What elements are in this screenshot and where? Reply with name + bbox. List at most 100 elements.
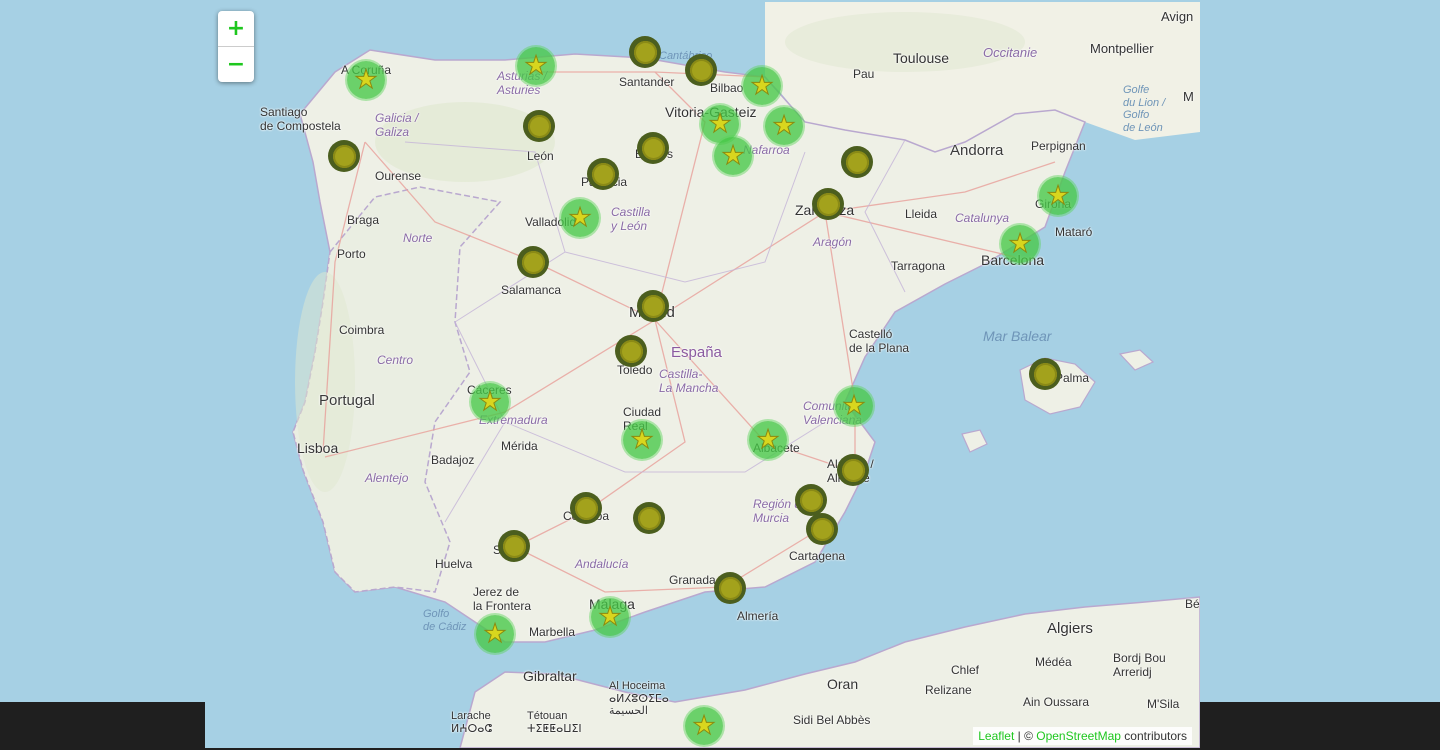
star-icon: ★ [750,70,774,100]
map-label-tarragona: Tarragona [891,259,946,273]
map-marker-madrid[interactable] [637,290,669,322]
map-label-msila: M'Sila [1147,697,1180,711]
dot-icon [521,250,545,274]
map-label-andalucia: Andalucía [575,557,629,571]
leaflet-link[interactable]: Leaflet [978,729,1014,743]
map-marker-castell-n[interactable]: ★ [835,387,873,425]
map-label-relizane: Relizane [925,683,972,697]
map-marker-murcia[interactable] [795,484,827,516]
map-marker-pontevedra[interactable] [328,140,360,172]
zoom-in-button[interactable]: + [218,11,254,46]
map-marker-palencia[interactable] [587,158,619,190]
map-marker-valladolid[interactable]: ★ [561,199,599,237]
map-label-tetouan: Tétouan ⵜⵉⵟⵟⴰⵡⵉⵏ [527,710,582,735]
map-marker-melilla[interactable]: ★ [685,707,723,745]
map-marker-sevilla[interactable] [498,530,530,562]
map-label-bordj: Bordj Bou Arreridj [1113,651,1166,679]
map-label-coimbra: Coimbra [339,323,385,337]
map-label-be-edge: Bé [1185,597,1200,611]
map-container[interactable]: Toulouse Occitanie Montpellier Avign Pau Ando… [205,2,1200,748]
map-label-perpignan: Perpignan [1031,139,1086,153]
map-label-marbella: Marbella [529,625,576,639]
dot-icon [637,506,661,530]
map-marker-c-diz[interactable]: ★ [476,615,514,653]
star-icon: ★ [598,601,622,631]
dot-icon [718,576,742,600]
map-label-cartagena: Cartagena [789,549,846,563]
map-marker-la-rioja[interactable]: ★ [714,137,752,175]
map-label-sidi-bel-abbes: Sidi Bel Abbès [793,713,871,727]
map-label-espana: España [671,344,722,361]
dot-icon [641,294,665,318]
map-marker-burgos[interactable] [637,132,669,164]
map-marker-albacete[interactable]: ★ [749,421,787,459]
map-label-jerez: Jerez de la Frontera [473,585,532,613]
star-icon: ★ [721,140,745,170]
map-marker-santander[interactable] [629,36,661,68]
map-label-gibraltar: Gibraltar [523,668,577,684]
map-label-toulouse: Toulouse [893,50,950,66]
star-icon: ★ [772,110,796,140]
map-marker-alicante[interactable] [837,454,869,486]
map-label-avignon: Avign [1161,9,1194,24]
star-icon: ★ [568,202,592,232]
map-marker-asturias[interactable]: ★ [517,47,555,85]
dot-icon [816,192,840,216]
map-marker-zamora[interactable] [517,246,549,278]
zoom-control: + − [218,11,254,82]
openstreetmap-link[interactable]: OpenStreetMap [1036,729,1121,743]
dot-icon [633,40,657,64]
map-label-alentejo: Alentejo [365,471,409,485]
map-label-mataro: Mataró [1055,225,1093,239]
map-label-golfe-lion: Golfe du Lion / Golfo de León [1123,84,1166,134]
map-marker-cartagena[interactable] [806,513,838,545]
map-marker-bilbao[interactable] [685,54,717,86]
map-label-golfo-cadiz: Golfo de Cádiz [423,608,467,633]
map-label-badajoz: Badajoz [431,453,475,467]
zoom-out-button[interactable]: − [218,46,254,82]
dot-icon [641,136,665,160]
star-icon: ★ [354,64,378,94]
map-label-oran: Oran [827,676,859,692]
map-label-montpellier: Montpellier [1090,41,1154,56]
map-label-centro: Centro [377,353,414,367]
map-marker-m-laga[interactable]: ★ [591,598,629,636]
map-label-alhoceima: Al Hoceima ⴰⵍⵃⵓⵙⵉⵎⴰ الحسيمة [609,680,669,718]
dot-icon [1033,362,1057,386]
dot-icon [502,534,526,558]
star-icon: ★ [483,618,507,648]
star-icon: ★ [1046,180,1070,210]
map-label-andorra: Andorra [950,142,1004,159]
map-marker-palma[interactable] [1029,358,1061,390]
map-label-porto: Porto [337,247,366,261]
map-label-castilla-leon: Castilla y León [611,205,651,233]
map-marker-zaragoza[interactable] [812,188,844,220]
map-marker-donostia[interactable]: ★ [743,67,781,105]
map-marker-ciudad-real[interactable]: ★ [623,421,661,459]
star-icon: ★ [478,386,502,416]
map-marker-navarra[interactable]: ★ [765,107,803,145]
map-marker-le-n[interactable] [523,110,555,142]
star-icon: ★ [842,390,866,420]
map-marker-c-rdoba[interactable] [570,492,602,524]
map-label-catalunya: Catalunya [955,211,1010,225]
map-marker-ja-n[interactable] [633,502,665,534]
dot-icon [845,150,869,174]
map-marker-a-coru-a[interactable]: ★ [347,61,385,99]
map-marker-huesca[interactable] [841,146,873,178]
map-label-braga: Braga [347,213,380,227]
map-marker-girona[interactable]: ★ [1039,177,1077,215]
map-label-mar-balear: Mar Balear [983,328,1052,344]
land-menorca [1118,349,1155,371]
map-marker-barcelona[interactable]: ★ [1001,225,1039,263]
dot-icon [689,58,713,82]
map-marker-c-ceres[interactable]: ★ [471,383,509,421]
map-label-norte: Norte [403,231,433,245]
map-marker-almer-a[interactable] [714,572,746,604]
map-label-medea: Médéa [1035,655,1072,669]
star-icon: ★ [692,710,716,740]
map-attribution: Leaflet | © OpenStreetMap contributors [973,727,1192,745]
map-label-granada: Granada [669,573,716,587]
map-marker-toledo[interactable] [615,335,647,367]
map-label-bilbao: Bilbao [710,81,744,95]
